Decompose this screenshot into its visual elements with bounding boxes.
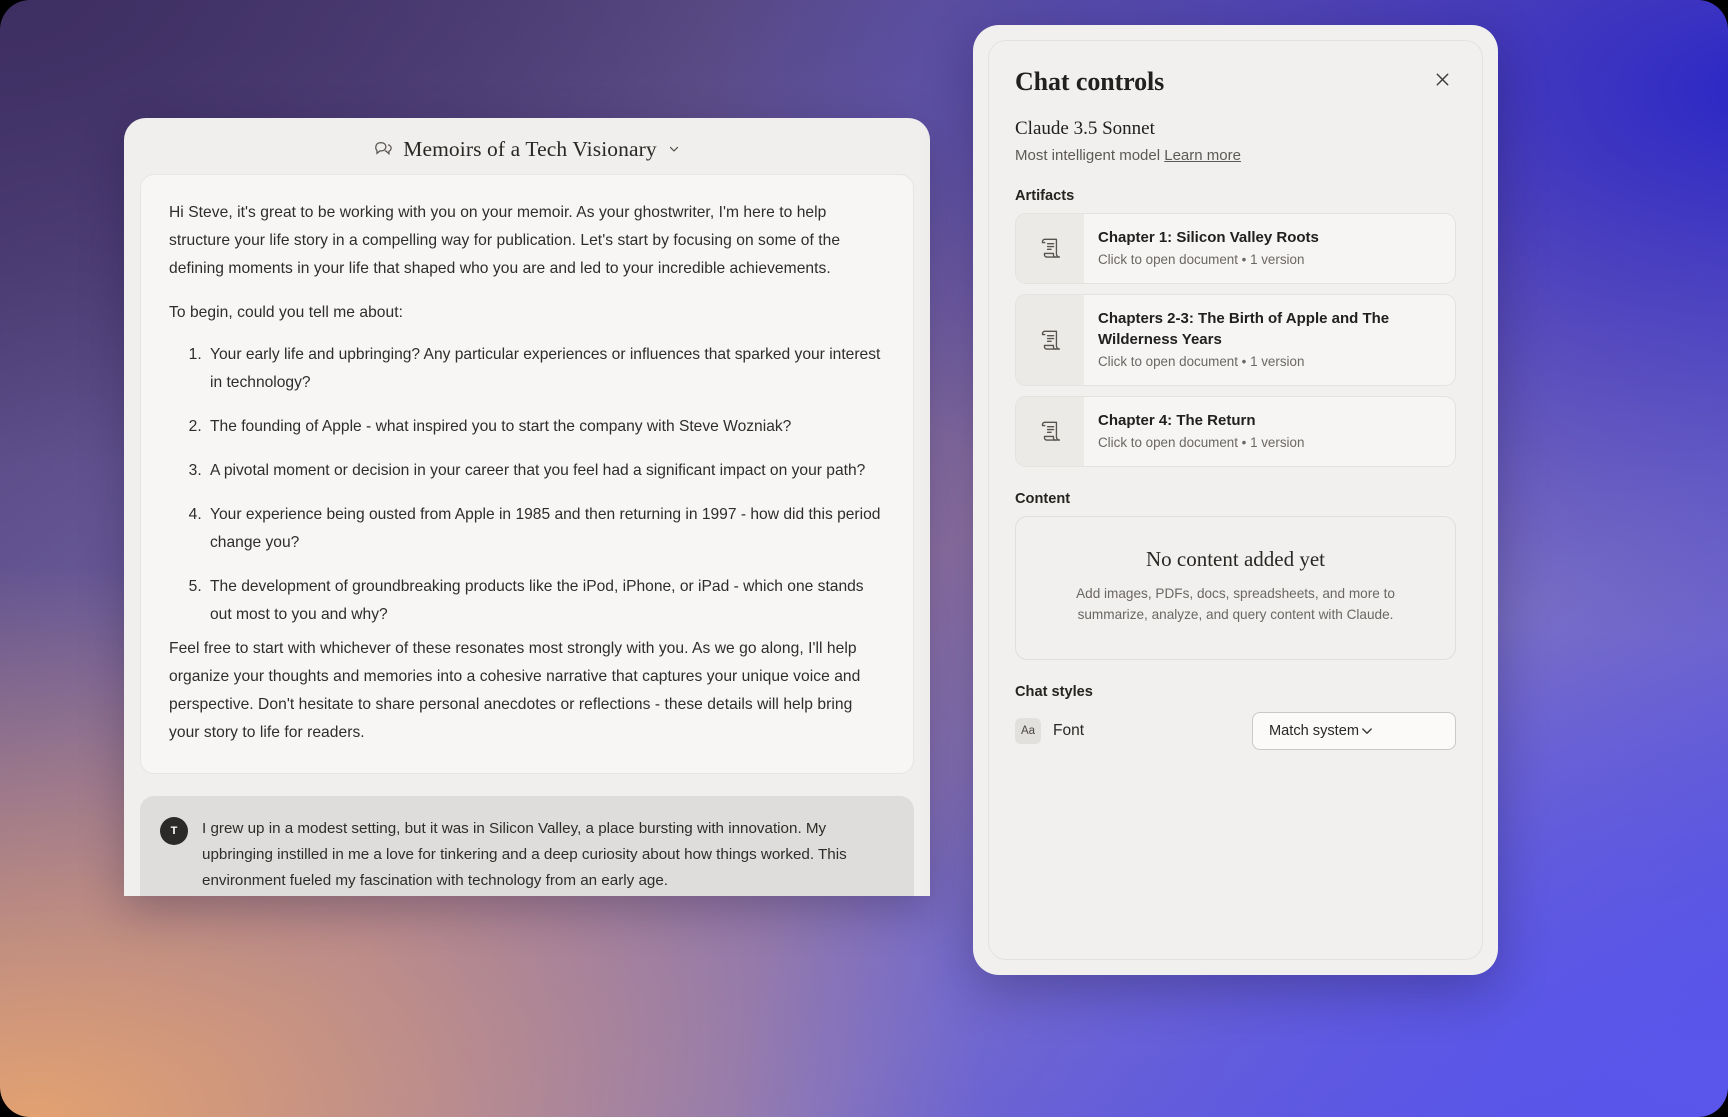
list-item: Your early life and upbringing? Any part… xyxy=(206,341,885,397)
document-scroll-icon xyxy=(1016,214,1084,283)
chat-controls-header: Chat controls xyxy=(1015,67,1456,97)
assistant-paragraph-3: Feel free to start with whichever of the… xyxy=(169,635,885,747)
artifact-body: Chapter 1: Silicon Valley Roots Click to… xyxy=(1084,214,1335,283)
chat-title: Memoirs of a Tech Visionary xyxy=(403,137,656,162)
artifact-card[interactable]: Chapter 4: The Return Click to open docu… xyxy=(1015,396,1456,467)
learn-more-link[interactable]: Learn more xyxy=(1164,147,1241,164)
assistant-paragraph-2: To begin, could you tell me about: xyxy=(169,299,885,327)
font-select[interactable]: Match system xyxy=(1252,712,1456,750)
artifact-subtitle: Click to open document • 1 version xyxy=(1098,434,1304,452)
artifact-card[interactable]: Chapter 1: Silicon Valley Roots Click to… xyxy=(1015,213,1456,284)
artifacts-section-title: Artifacts xyxy=(1015,188,1456,204)
model-description-row: Most intelligent model Learn more xyxy=(1015,147,1456,164)
font-setting-row: Aa Font Match system xyxy=(1015,712,1456,750)
list-item: A pivotal moment or decision in your car… xyxy=(206,457,885,485)
font-label: Font xyxy=(1053,722,1084,740)
user-message-text: I grew up in a modest setting, but it wa… xyxy=(202,816,890,894)
artifact-subtitle: Click to open document • 1 version xyxy=(1098,251,1319,269)
chat-styles-section-title: Chat styles xyxy=(1015,684,1456,700)
list-item: The development of groundbreaking produc… xyxy=(206,573,885,629)
chat-controls-panel: Chat controls Claude 3.5 Sonnet Most int… xyxy=(973,25,1498,975)
chat-controls-inner: Chat controls Claude 3.5 Sonnet Most int… xyxy=(988,40,1483,960)
artifact-card[interactable]: Chapters 2-3: The Birth of Apple and The… xyxy=(1015,294,1456,386)
assistant-question-list: Your early life and upbringing? Any part… xyxy=(169,341,885,629)
artifact-title: Chapter 4: The Return xyxy=(1098,410,1304,431)
chevron-down-icon xyxy=(1359,723,1375,739)
list-item: Your experience being ousted from Apple … xyxy=(206,501,885,557)
chat-bubbles-icon xyxy=(373,139,394,160)
content-empty-title: No content added yet xyxy=(1042,547,1429,572)
artifact-title: Chapters 2-3: The Birth of Apple and The… xyxy=(1098,308,1439,350)
panel-title: Chat controls xyxy=(1015,67,1164,97)
model-description: Most intelligent model xyxy=(1015,147,1160,164)
document-scroll-icon xyxy=(1016,295,1084,385)
document-scroll-icon xyxy=(1016,397,1084,466)
artifact-title: Chapter 1: Silicon Valley Roots xyxy=(1098,227,1319,248)
chevron-down-icon[interactable] xyxy=(666,142,681,156)
assistant-message: Hi Steve, it's great to be working with … xyxy=(140,174,914,774)
chat-window: Memoirs of a Tech Visionary Hi Steve, it… xyxy=(124,118,930,896)
font-select-value: Match system xyxy=(1269,723,1359,739)
close-button[interactable] xyxy=(1428,67,1456,95)
list-item: The founding of Apple - what inspired yo… xyxy=(206,413,885,441)
font-aa-icon: Aa xyxy=(1015,718,1041,744)
model-name: Claude 3.5 Sonnet xyxy=(1015,118,1456,140)
chat-scroll-area[interactable]: Hi Steve, it's great to be working with … xyxy=(124,174,930,896)
content-section-title: Content xyxy=(1015,491,1456,507)
artifact-subtitle: Click to open document • 1 version xyxy=(1098,353,1439,371)
content-empty-description: Add images, PDFs, docs, spreadsheets, an… xyxy=(1042,583,1429,625)
avatar: T xyxy=(160,817,188,845)
content-empty-state[interactable]: No content added yet Add images, PDFs, d… xyxy=(1015,516,1456,660)
artifact-body: Chapters 2-3: The Birth of Apple and The… xyxy=(1084,295,1455,385)
chat-header: Memoirs of a Tech Visionary xyxy=(124,118,930,174)
assistant-paragraph-1: Hi Steve, it's great to be working with … xyxy=(169,199,885,283)
user-message: T I grew up in a modest setting, but it … xyxy=(140,796,914,896)
close-icon xyxy=(1433,70,1452,92)
artifact-body: Chapter 4: The Return Click to open docu… xyxy=(1084,397,1320,466)
